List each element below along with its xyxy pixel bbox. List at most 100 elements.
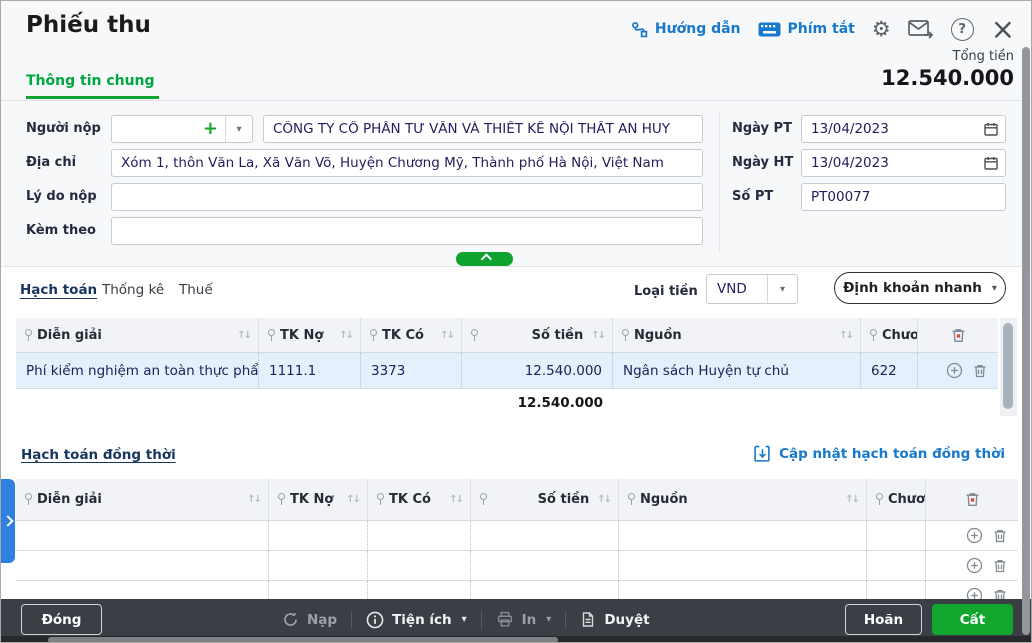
posting-date-input[interactable] [801,149,1006,177]
horizontal-scrollbar-thumb[interactable] [48,637,558,642]
col-description[interactable]: Diễn giải ↑↓ [16,318,259,353]
delete-all-rows-button[interactable] [926,479,1018,521]
delete-all-rows-button[interactable] [918,318,998,353]
delete-row-icon[interactable] [992,528,1008,544]
help-icon[interactable]: ? [950,17,974,41]
footer-actions: Nạp Tiện ích ▾ In ▾ Duyệt [282,604,650,635]
receipt-no-label: Số PT [732,189,774,204]
collapse-header-button[interactable] [456,252,513,266]
attachment-input[interactable] [111,217,703,245]
utilities-caret: ▾ [461,614,467,625]
postpone-button[interactable]: Hoãn [845,604,922,635]
sort-icon: ↑↓ [247,494,262,505]
table-sum-row: 12.540.000 [16,389,998,416]
chevron-right-icon [2,515,14,527]
quick-posting-button[interactable]: Định khoản nhanh ▾ [834,272,1006,304]
payer-dropdown-caret[interactable]: ▾ [225,116,252,142]
empty-table-row[interactable] [16,521,1018,551]
page-title: Phiếu thu [26,12,151,38]
save-button[interactable]: Cất [932,604,1013,635]
currency-caret[interactable]: ▾ [767,275,797,303]
print-button[interactable]: In ▾ [496,611,552,628]
currency-label: Loại tiền [634,284,698,299]
col-amount[interactable]: Số tiền ↑↓ [471,479,619,521]
address-input[interactable] [111,149,703,177]
guide-route-icon [631,21,648,37]
payer-code-combobox[interactable]: + ▾ [111,115,253,143]
sum-amount: 12.540.000 [517,394,603,411]
add-payer-icon[interactable]: + [196,120,225,138]
document-icon [583,612,594,627]
col-credit-account[interactable]: TK Có ↑↓ [361,318,462,353]
shortcuts-link[interactable]: Phím tắt [758,21,855,37]
pin-icon [369,328,378,342]
receipt-no-input[interactable] [801,183,1006,211]
delete-row-icon[interactable] [992,558,1008,574]
currency-select[interactable]: VND ▾ [706,274,798,304]
col-chapter[interactable]: Chương [867,479,926,521]
posting-date-field [801,149,1006,177]
trash-x-icon [952,328,964,342]
settings-gear-icon[interactable]: ⚙ [872,18,891,40]
simultaneous-posting-link[interactable]: Hạch toán đồng thời [21,447,176,463]
receipt-date-label: Ngày PT [732,121,792,136]
close-button[interactable]: Đóng [21,604,102,635]
row-actions [918,353,998,389]
tab-general-info[interactable]: Thông tin chung [26,73,155,89]
sort-icon: ↑↓ [449,494,464,505]
pin-icon [875,493,884,506]
tab-tax[interactable]: Thuế [179,282,213,298]
col-debit-account[interactable]: TK Nợ ↑↓ [269,479,368,521]
utilities-button[interactable]: Tiện ích ▾ [366,611,467,629]
table-scrollbar [1000,318,1017,416]
expand-side-panel-button[interactable] [1,479,15,563]
pin-icon [621,328,630,342]
cell-source[interactable]: Ngân sách Huyện tự chủ [613,353,861,389]
table-row: Phí kiểm nghiệm an toàn thực phẩ... 1111… [16,353,998,389]
add-row-icon[interactable] [966,557,983,574]
print-caret: ▾ [546,614,552,625]
col-source[interactable]: Nguồn ↑↓ [613,318,861,353]
col-amount[interactable]: Số tiền ↑↓ [462,318,613,353]
add-row-icon[interactable] [946,362,963,379]
cell-description[interactable]: Phí kiểm nghiệm an toàn thực phẩ... [16,353,259,389]
approve-button[interactable]: Duyệt [580,611,650,628]
send-feedback-icon[interactable] [907,19,934,39]
cell-amount[interactable]: 12.540.000 [462,353,613,389]
table-scrollbar-thumb[interactable] [1003,323,1013,409]
simultaneous-table-header: Diễn giải ↑↓ TK Nợ ↑↓ TK Có ↑↓ Số tiền ↑↓ Ng… [16,479,1018,521]
pin-icon [470,328,479,342]
cell-debit[interactable]: 1111.1 [259,353,361,389]
empty-table-row[interactable] [16,551,1018,581]
add-row-icon[interactable] [966,527,983,544]
receipt-date-input[interactable] [801,115,1006,143]
cell-chapter[interactable]: 622 [861,353,918,389]
vertical-scrollbar-thumb[interactable] [1022,47,1030,635]
col-chapter[interactable]: Chương [861,318,918,353]
pin-icon [24,493,33,506]
header-actions: Hướng dẫn Phím tắt ⚙ ? × [631,15,1015,44]
simultaneous-table: Diễn giải ↑↓ TK Nợ ↑↓ TK Có ↑↓ Số tiền ↑↓ Ng… [16,479,1018,611]
col-credit-account[interactable]: TK Có ↑↓ [368,479,471,521]
posting-date-label: Ngày HT [732,155,794,170]
accounting-table: Diễn giải ↑↓ TK Nợ ↑↓ TK Có ↑↓ Số tiền ↑↓ Ng… [16,318,998,416]
delete-row-icon[interactable] [972,363,988,379]
reason-input[interactable] [111,183,703,211]
col-debit-account[interactable]: TK Nợ ↑↓ [259,318,361,353]
total-amount-label: Tổng tiền [952,49,1014,64]
horizontal-scrollbar-track [1,636,1031,642]
col-source[interactable]: Nguồn ↑↓ [619,479,867,521]
reload-button[interactable]: Nạp [282,611,337,628]
calendar-icon[interactable] [983,121,999,141]
payer-name-input[interactable] [263,115,703,143]
address-label: Địa chỉ [26,155,77,170]
calendar-icon[interactable] [983,155,999,175]
reason-label: Lý do nộp [26,189,97,204]
col-description[interactable]: Diễn giải ↑↓ [16,479,269,521]
close-icon[interactable]: × [991,15,1015,44]
tab-accounting[interactable]: Hạch toán [20,282,97,298]
cell-credit[interactable]: 3373 [361,353,462,389]
guide-link[interactable]: Hướng dẫn [631,21,741,38]
tab-statistics[interactable]: Thống kê [102,282,164,298]
update-simultaneous-link[interactable]: Cập nhật hạch toán đồng thời [754,445,1005,463]
